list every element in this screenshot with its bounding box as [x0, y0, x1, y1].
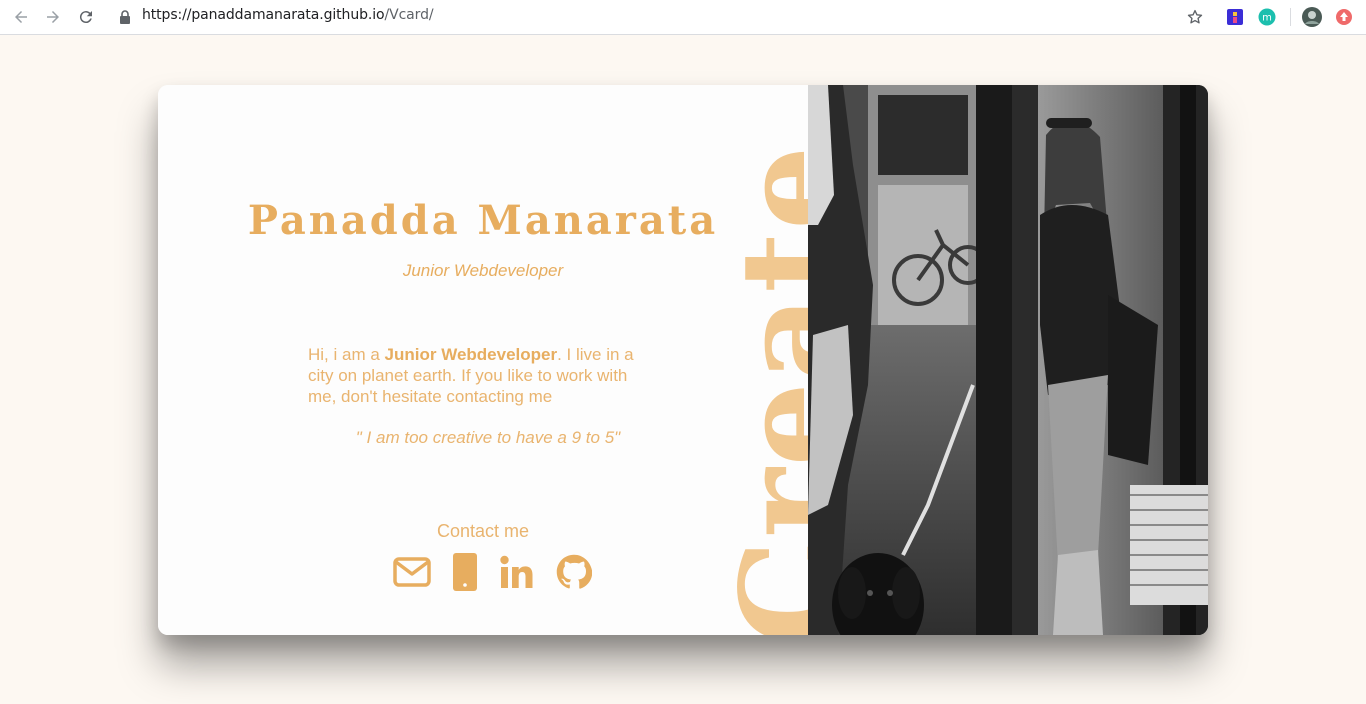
- url-path: /Vcard/: [384, 7, 434, 23]
- profile-role: Junior Webdeveloper: [402, 261, 564, 280]
- bio-highlight: Junior Webdeveloper: [384, 345, 558, 364]
- linkedin-link[interactable]: [499, 552, 535, 592]
- star-icon: [1187, 9, 1203, 24]
- extension-red-button[interactable]: [1333, 6, 1355, 28]
- extension-icon: [1227, 9, 1243, 25]
- card-info-panel: Create Panadda Manarata Junior Webdevelo…: [158, 85, 808, 635]
- github-icon: [556, 554, 592, 589]
- url-host: https://panaddamanarata.github.io: [142, 7, 385, 23]
- forward-button[interactable]: [41, 5, 65, 29]
- extension-m-icon: m: [1258, 8, 1276, 26]
- back-button[interactable]: [9, 5, 33, 29]
- github-link[interactable]: [555, 552, 593, 592]
- profile-quote: " I am too creative to have a 9 to 5": [355, 428, 621, 447]
- lock-icon[interactable]: [118, 9, 132, 25]
- profile-name: Panadda Manarata: [247, 197, 719, 244]
- reload-icon: [79, 11, 92, 24]
- extension-button[interactable]: [1224, 6, 1246, 28]
- vcard: Create Panadda Manarata Junior Webdevelo…: [158, 85, 1208, 635]
- street-photo-image: [808, 85, 1208, 635]
- reload-button[interactable]: [74, 5, 98, 29]
- forward-arrow-icon: [47, 11, 59, 23]
- back-arrow-icon: [15, 11, 27, 23]
- profile-button[interactable]: [1301, 6, 1323, 28]
- profile-photo: [808, 85, 1208, 635]
- phone-link[interactable]: [452, 552, 478, 592]
- browser-toolbar: https://panaddamanarata.github.io/Vcard/…: [0, 0, 1366, 35]
- profile-bio: Hi, i am a Junior Webdeveloper. I live i…: [308, 344, 658, 407]
- svg-text:m: m: [1262, 13, 1272, 24]
- bookmark-star-button[interactable]: [1184, 6, 1206, 28]
- envelope-icon: [393, 557, 431, 587]
- address-bar[interactable]: https://panaddamanarata.github.io/Vcard/: [142, 7, 434, 23]
- extension-m-button[interactable]: m: [1256, 6, 1278, 28]
- toolbar-divider: [1290, 8, 1291, 26]
- phone-icon: [453, 553, 477, 591]
- email-link[interactable]: [392, 552, 432, 592]
- linkedin-icon: [500, 555, 533, 588]
- bio-prefix: Hi, i am a: [308, 345, 385, 364]
- profile-avatar: [1302, 7, 1322, 27]
- contact-label: Contact me: [436, 521, 530, 541]
- extension-red-icon: [1336, 9, 1352, 25]
